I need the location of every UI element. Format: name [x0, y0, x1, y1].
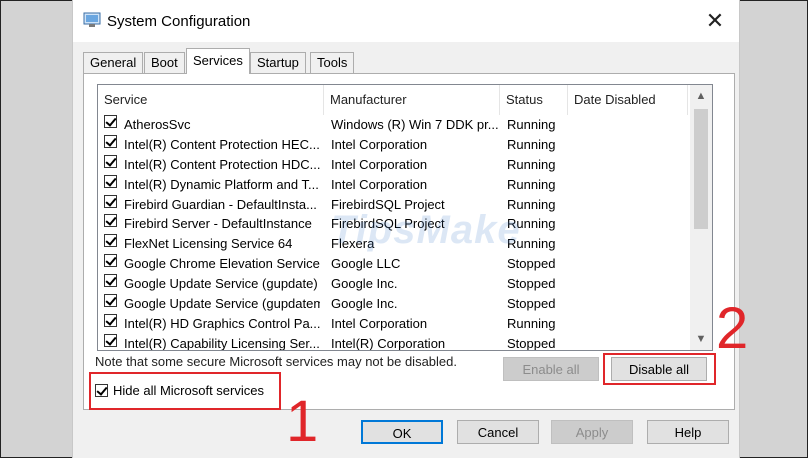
service-status: Running — [507, 236, 556, 252]
step-1-label: 1 — [286, 389, 319, 454]
service-manufacturer: Google Inc. — [331, 276, 398, 292]
service-manufacturer: Flexera — [331, 236, 375, 252]
service-status: Running — [507, 176, 556, 192]
service-manufacturer: Intel Corporation — [331, 176, 428, 192]
service-status: Running — [507, 156, 556, 172]
column-header-date-disabled[interactable]: Date Disabled — [568, 85, 688, 115]
table-row[interactable]: AtherosSvc Windows (R) Win 7 DDK pr... Run… — [98, 115, 690, 135]
service-status: Running — [507, 117, 556, 132]
tab-startup[interactable]: Startup — [250, 52, 306, 73]
enable-all-button[interactable]: Enable all — [503, 357, 599, 381]
service-manufacturer: Intel(R) Corporation — [331, 335, 446, 351]
service-manufacturer: Intel Corporation — [331, 136, 428, 152]
close-icon: ✕ — [705, 8, 725, 33]
table-row[interactable]: Firebird Server - DefaultInstance Firebir… — [98, 214, 690, 234]
service-manufacturer: Google Inc. — [331, 296, 398, 312]
service-checkbox[interactable] — [104, 214, 117, 228]
service-name: Firebird Guardian - DefaultInsta... — [124, 196, 317, 212]
table-row[interactable]: Google Chrome Elevation Service Google LL… — [98, 254, 690, 274]
table-row[interactable]: Firebird Guardian - DefaultInsta... Fireb… — [98, 194, 690, 215]
service-status: Running — [507, 136, 556, 152]
service-status: Stopped — [507, 256, 556, 272]
vertical-scrollbar[interactable]: ▲ ▼ — [690, 85, 712, 350]
apply-button[interactable]: Apply — [551, 420, 633, 444]
service-name: Intel(R) Capability Licensing Ser... — [124, 335, 320, 351]
table-row[interactable]: Intel(R) Dynamic Platform and T... Intel … — [98, 174, 690, 195]
service-manufacturer: FirebirdSQL Project — [331, 216, 445, 232]
service-status: Running — [507, 196, 556, 212]
service-manufacturer: Intel Corporation — [331, 315, 428, 331]
cancel-button[interactable]: Cancel — [457, 420, 539, 444]
service-status: Running — [507, 315, 556, 331]
window-title: System Configuration — [107, 13, 251, 30]
close-button[interactable]: ✕ — [699, 6, 731, 36]
service-checkbox[interactable] — [104, 234, 117, 248]
column-header-service[interactable]: Service — [98, 85, 324, 115]
help-button[interactable]: Help — [647, 420, 729, 444]
service-checkbox[interactable] — [104, 134, 117, 148]
step-2-label: 2 — [716, 296, 749, 361]
tab-services[interactable]: Services — [186, 48, 250, 74]
tab-general[interactable]: General — [83, 52, 144, 73]
secure-services-note: Note that some secure Microsoft services… — [95, 354, 457, 369]
table-row[interactable]: Intel(R) Content Protection HDC... Intel … — [98, 154, 690, 175]
service-name: Intel(R) Content Protection HEC... — [124, 136, 320, 152]
msconfig-icon — [83, 12, 101, 27]
service-name: Google Update Service (gupdate) — [124, 276, 318, 292]
services-list: Service Manufacturer Status Date Disable… — [97, 84, 713, 351]
tab-tools[interactable]: Tools — [310, 52, 355, 73]
service-rows: AtherosSvc Windows (R) Win 7 DDK pr... Run… — [98, 115, 690, 351]
service-checkbox[interactable] — [104, 115, 117, 128]
step-1-highlight — [89, 372, 281, 410]
service-name: Firebird Server - DefaultInstance — [124, 216, 312, 232]
service-name: AtherosSvc — [124, 117, 191, 132]
service-checkbox[interactable] — [104, 274, 117, 288]
service-checkbox[interactable] — [104, 174, 117, 188]
service-name: Google Update Service (gupdatem) — [124, 296, 320, 312]
service-status: Stopped — [507, 296, 556, 312]
ok-button[interactable]: OK — [361, 420, 443, 444]
service-manufacturer: Windows (R) Win 7 DDK pr... — [331, 117, 499, 132]
service-name: Google Chrome Elevation Service — [124, 256, 320, 272]
service-status: Stopped — [507, 335, 556, 351]
service-checkbox[interactable] — [104, 254, 117, 268]
service-manufacturer: Intel Corporation — [331, 156, 428, 172]
step-2-highlight — [603, 353, 716, 385]
service-checkbox[interactable] — [104, 194, 117, 208]
table-row[interactable]: Google Update Service (gupdate) Google In… — [98, 274, 690, 294]
scroll-up-icon[interactable]: ▲ — [690, 87, 712, 105]
service-name: Intel(R) Dynamic Platform and T... — [124, 176, 319, 192]
service-checkbox[interactable] — [104, 313, 117, 327]
scroll-down-icon[interactable]: ▼ — [690, 330, 712, 348]
scroll-thumb[interactable] — [694, 109, 708, 229]
service-name: FlexNet Licensing Service 64 — [124, 236, 293, 252]
table-row[interactable]: Intel(R) Capability Licensing Ser... Inte… — [98, 333, 690, 351]
column-header-manufacturer[interactable]: Manufacturer — [324, 85, 500, 115]
tab-boot[interactable]: Boot — [144, 52, 185, 73]
table-row[interactable]: Intel(R) Content Protection HEC... Intel … — [98, 134, 690, 155]
title-bar: System Configuration ✕ — [73, 0, 739, 42]
table-row[interactable]: Google Update Service (gupdatem) Google I… — [98, 294, 690, 314]
column-header-status[interactable]: Status — [500, 85, 568, 115]
service-checkbox[interactable] — [104, 154, 117, 168]
table-row[interactable]: Intel(R) HD Graphics Control Pa... Intel … — [98, 313, 690, 334]
service-checkbox[interactable] — [104, 294, 117, 308]
service-manufacturer: Google LLC — [331, 256, 401, 272]
service-status: Stopped — [507, 276, 556, 292]
table-row[interactable]: FlexNet Licensing Service 64 Flexera Runni… — [98, 234, 690, 254]
service-manufacturer: FirebirdSQL Project — [331, 196, 445, 212]
service-checkbox[interactable] — [104, 333, 117, 347]
service-name: Intel(R) HD Graphics Control Pa... — [124, 315, 320, 331]
service-name: Intel(R) Content Protection HDC... — [124, 156, 320, 172]
service-status: Running — [507, 216, 556, 232]
